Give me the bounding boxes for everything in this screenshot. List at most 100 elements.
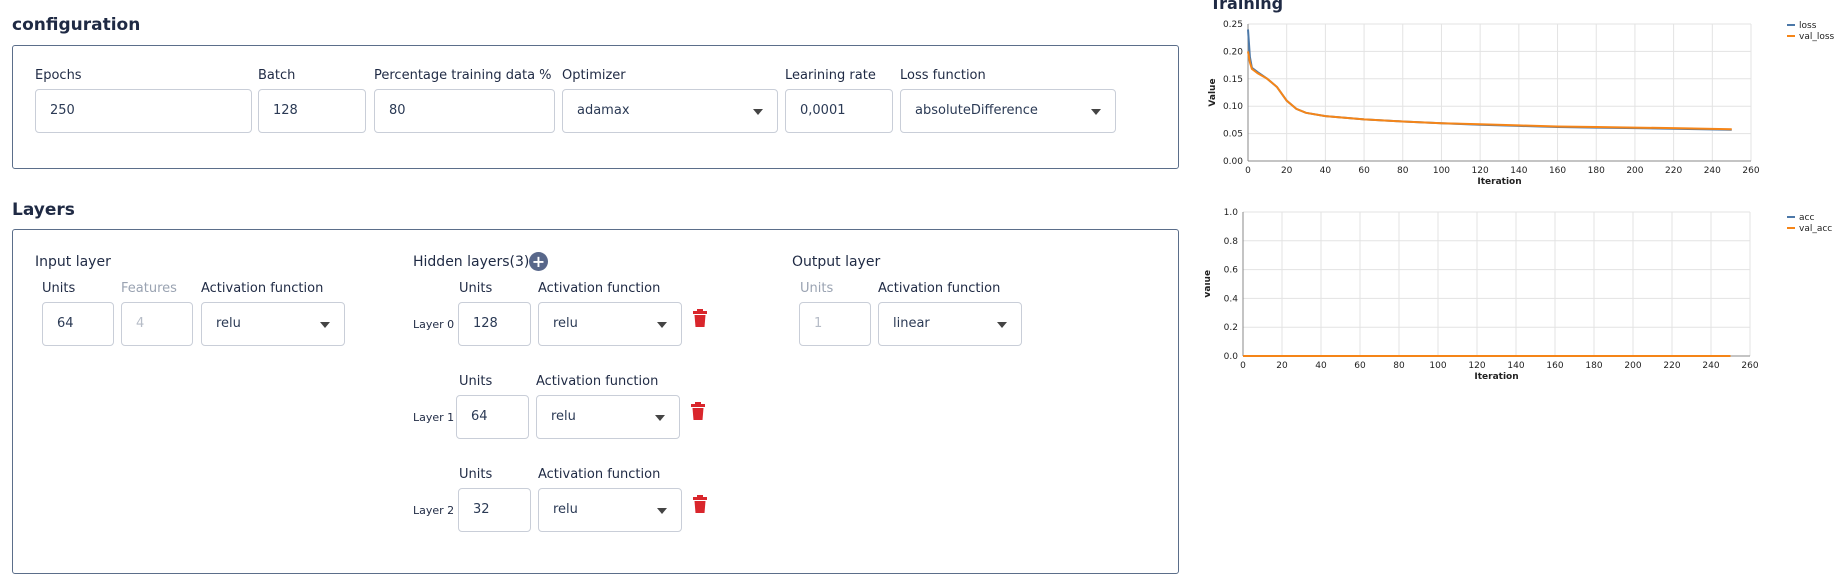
hidden-units-label: Units (459, 374, 493, 389)
training-title: Training (1210, 0, 1284, 13)
optimizer-label: Optimizer (562, 68, 626, 83)
x-tick-label: 0 (1245, 166, 1251, 176)
output-layer-title: Output layer (792, 254, 881, 270)
layer-tag: Layer 2 (413, 504, 455, 517)
loss-function-label: Loss function (900, 68, 986, 83)
x-tick-label: 20 (1281, 166, 1293, 176)
trash-icon[interactable] (693, 495, 707, 513)
x-tick-label: 0 (1240, 361, 1246, 371)
hidden-activation-label: Activation function (536, 374, 659, 389)
x-tick-label: 60 (1358, 166, 1370, 176)
x-tick-label: 160 (1549, 166, 1566, 176)
x-axis-title: Iteration (1474, 372, 1518, 382)
y-tick-label: 0.10 (1223, 102, 1243, 112)
hidden-activation-select[interactable]: relu (538, 488, 682, 532)
input-activation-value: relu (216, 316, 241, 331)
x-tick-label: 220 (1663, 361, 1680, 371)
x-tick-label: 180 (1588, 166, 1605, 176)
x-tick-label: 100 (1433, 166, 1450, 176)
x-axis-title: Iteration (1477, 177, 1521, 187)
x-tick-label: 140 (1507, 361, 1524, 371)
loss-chart: 0 20 40 60 80 100 120 140 160 180 200 220 240 260 0.00… (1208, 20, 1835, 187)
y-axis-title: Value (1205, 270, 1213, 298)
chevron-down-icon (997, 322, 1007, 328)
add-layer-button[interactable]: + (529, 252, 548, 271)
y-tick-label: 0.25 (1223, 20, 1243, 30)
optimizer-select[interactable]: adamax (562, 89, 778, 133)
chevron-down-icon (657, 508, 667, 514)
trash-icon[interactable] (693, 309, 707, 327)
input-units-input[interactable]: 64 (42, 302, 114, 346)
chevron-down-icon (753, 109, 763, 115)
chevron-down-icon (657, 322, 667, 328)
x-tick-label: 40 (1315, 361, 1327, 371)
configuration-panel: Epochs 250 Batch 128 Percentage training… (12, 45, 1179, 169)
legend-label-val_loss: val_loss (1799, 32, 1835, 42)
input-activation-label: Activation function (201, 281, 324, 296)
hidden-activation-label: Activation function (538, 281, 661, 296)
x-tick-label: 120 (1468, 361, 1485, 371)
y-tick-label: 0.6 (1224, 266, 1239, 276)
x-tick-label: 100 (1429, 361, 1446, 371)
loss-function-select[interactable]: absoluteDifference (900, 89, 1116, 133)
input-activation-select[interactable]: relu (201, 302, 345, 346)
layers-panel: Input layer Units 64 Features 4 Activati… (12, 229, 1179, 574)
input-features-label: Features (121, 281, 177, 296)
x-tick-label: 80 (1397, 166, 1409, 176)
batch-label: Batch (258, 68, 296, 83)
output-activation-value: linear (893, 316, 930, 331)
x-tick-label: 260 (1741, 361, 1758, 371)
x-tick-label: 260 (1742, 166, 1759, 176)
y-tick-label: 0.0 (1224, 352, 1239, 362)
y-tick-label: 0.2 (1224, 323, 1238, 333)
output-activation-select[interactable]: linear (878, 302, 1022, 346)
y-tick-label: 0.8 (1224, 237, 1239, 247)
chevron-down-icon (320, 322, 330, 328)
x-tick-label: 180 (1585, 361, 1602, 371)
chevron-down-icon (1091, 109, 1101, 115)
trash-icon[interactable] (691, 402, 705, 420)
hidden-units-input[interactable]: 32 (458, 488, 531, 532)
output-units-input: 1 (799, 302, 871, 346)
optimizer-value: adamax (577, 103, 630, 118)
series-line-val_loss (1247, 51, 1732, 131)
x-tick-label: 220 (1665, 166, 1682, 176)
output-activation-label: Activation function (878, 281, 1001, 296)
x-tick-label: 80 (1393, 361, 1405, 371)
x-tick-label: 240 (1704, 166, 1721, 176)
hidden-units-label: Units (459, 467, 493, 482)
hidden-activation-value: relu (553, 316, 578, 331)
percentage-training-input[interactable]: 80 (374, 89, 555, 133)
y-axis-title: Value (1208, 78, 1218, 106)
x-tick-label: 240 (1702, 361, 1719, 371)
batch-input[interactable]: 128 (258, 89, 366, 133)
layer-tag: Layer 0 (413, 318, 455, 331)
legend-label-val_acc: val_acc (1799, 224, 1832, 234)
hidden-units-input[interactable]: 128 (458, 302, 531, 346)
y-tick-label: 0.4 (1224, 294, 1239, 304)
y-tick-label: 1.0 (1224, 208, 1239, 218)
hidden-units-input[interactable]: 64 (456, 395, 529, 439)
hidden-units-label: Units (459, 281, 493, 296)
y-tick-label: 0.20 (1223, 47, 1243, 57)
input-layer-title: Input layer (35, 254, 111, 270)
x-tick-label: 160 (1546, 361, 1563, 371)
x-tick-label: 200 (1624, 361, 1641, 371)
hidden-activation-value: relu (553, 502, 578, 517)
hidden-activation-select[interactable]: relu (536, 395, 680, 439)
hidden-activation-label: Activation function (538, 467, 661, 482)
x-tick-label: 40 (1320, 166, 1332, 176)
accuracy-chart: 0 20 40 60 80 100 120 140 160 180 200 220 240 260 0.0 0… (1205, 208, 1832, 382)
learning-rate-input[interactable]: 0,0001 (785, 89, 893, 133)
hidden-activation-value: relu (551, 409, 576, 424)
configuration-title: configuration (12, 15, 141, 35)
learning-rate-label: Learining rate (785, 68, 876, 83)
epochs-input[interactable]: 250 (35, 89, 252, 133)
output-units-label: Units (800, 281, 834, 296)
layers-title: Layers (12, 200, 75, 220)
epochs-label: Epochs (35, 68, 82, 83)
x-tick-label: 20 (1276, 361, 1288, 371)
input-features-input: 4 (121, 302, 193, 346)
hidden-activation-select[interactable]: relu (538, 302, 682, 346)
y-tick-label: 0.15 (1223, 75, 1243, 85)
